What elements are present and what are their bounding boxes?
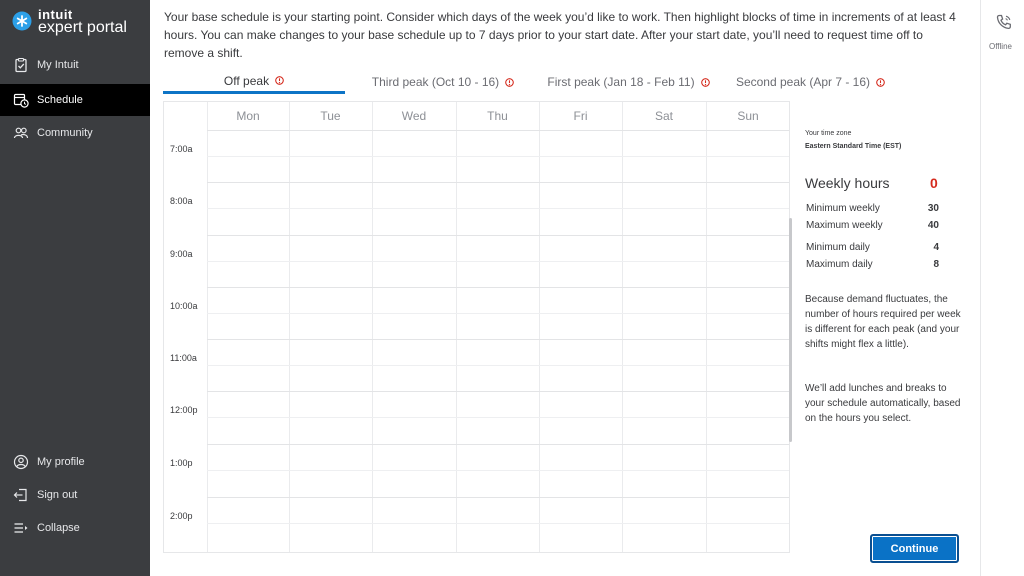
day-header-tue: Tue: [320, 109, 341, 123]
weekly-hours-value: 0: [930, 175, 938, 191]
sidebar-item-collapse[interactable]: Collapse: [0, 512, 150, 544]
status-bar: Offline: [980, 0, 1024, 576]
time-label: 12:00p: [170, 405, 198, 415]
day-header-thu: Thu: [487, 109, 508, 123]
tab-label: Off peak: [223, 73, 270, 88]
sidebar-item-label: Community: [37, 127, 93, 139]
grid-half-hour-line: [207, 313, 789, 314]
grid-hour-line: [207, 391, 789, 392]
schedule-intro-text: Your base schedule is your starting poin…: [164, 10, 956, 60]
brand-logo[interactable]: intuit expert portal: [12, 8, 142, 36]
grid-column-divider: [372, 102, 373, 552]
day-header-wed: Wed: [401, 109, 427, 123]
grid-scrollbar[interactable]: [789, 218, 792, 442]
peak-tabs: Off peak Third peak (Oct 10 - 16) First …: [163, 70, 893, 94]
day-header-mon: Mon: [236, 109, 260, 123]
time-label: 10:00a: [170, 301, 198, 311]
max-daily-value: 8: [933, 259, 939, 270]
time-label: 1:00p: [170, 458, 193, 468]
min-daily-label: Minimum daily: [806, 242, 870, 253]
time-label: 7:00a: [170, 144, 193, 154]
connection-status: Offline: [989, 42, 1012, 51]
demand-note: Because demand fluctuates, the number of…: [805, 294, 961, 350]
min-daily-value: 4: [933, 242, 939, 253]
sidebar-item-label: Sign out: [37, 489, 78, 501]
tab-third-peak[interactable]: Third peak (Oct 10 - 16): [363, 70, 523, 94]
people-icon: [13, 127, 29, 139]
grid-hour-line: [207, 182, 789, 183]
max-weekly-value: 40: [927, 220, 939, 231]
alert-icon: [275, 76, 284, 85]
day-header-fri: Fri: [573, 109, 588, 123]
brand-product: expert portal: [38, 19, 127, 36]
max-weekly-label: Maximum weekly: [806, 220, 883, 231]
grid-half-hour-line: [207, 365, 789, 366]
grid-column-divider: [289, 102, 290, 552]
sidebar-item-label: Collapse: [37, 522, 80, 534]
collapse-icon: [14, 523, 28, 533]
alert-icon: [505, 77, 515, 87]
grid-hour-line: [207, 235, 789, 236]
sidebar-item-label: Schedule: [37, 94, 83, 106]
calendar-clock-icon: [13, 93, 29, 108]
schedule-grid[interactable]: Mon Tue Wed Thu Fri Sat Sun 7:00a 8:00a 9:00a 10:0…: [163, 101, 790, 553]
clipboard-icon: [15, 57, 27, 73]
grid-hour-line: [207, 497, 789, 498]
tab-label: First peak (Jan 18 - Feb 11): [547, 75, 695, 89]
max-daily-label: Maximum daily: [806, 259, 873, 270]
time-label: 11:00a: [170, 353, 197, 363]
grid-hour-line: [207, 130, 789, 131]
min-weekly-value: 30: [927, 203, 939, 214]
grid-half-hour-line: [207, 523, 789, 524]
tab-label: Third peak (Oct 10 - 16): [371, 75, 500, 89]
grid-hour-line: [207, 444, 789, 445]
sidebar-item-my-intuit[interactable]: My Intuit: [0, 49, 150, 81]
sidebar-item-label: My Intuit: [37, 59, 79, 71]
day-header-sun: Sun: [737, 109, 759, 123]
day-header-sat: Sat: [654, 109, 673, 123]
sidebar-item-community[interactable]: Community: [0, 117, 150, 149]
grid-half-hour-line: [207, 417, 789, 418]
sign-out-icon: [13, 488, 27, 502]
timezone-value: Eastern Standard Time (EST): [805, 143, 902, 150]
min-weekly-label: Minimum weekly: [806, 203, 880, 214]
sidebar-item-my-profile[interactable]: My profile: [0, 446, 150, 478]
phone-icon[interactable]: [995, 13, 1013, 31]
time-label: 2:00p: [170, 511, 193, 521]
grid-half-hour-line: [207, 261, 789, 262]
tab-label: Second peak (Apr 7 - 16): [735, 75, 871, 89]
tab-first-peak[interactable]: First peak (Jan 18 - Feb 11): [541, 70, 716, 94]
grid-column-divider: [207, 102, 208, 552]
time-label: 8:00a: [170, 196, 193, 206]
grid-half-hour-line: [207, 208, 789, 209]
weekly-hours-label: Weekly hours: [805, 175, 890, 191]
grid-column-divider: [706, 102, 707, 552]
sidebar-item-sign-out[interactable]: Sign out: [0, 479, 150, 511]
breaks-note: We’ll add lunches and breaks to your sch…: [805, 383, 961, 424]
sidebar: intuit expert portal My Intuit Schedule …: [0, 0, 150, 576]
tab-off-peak[interactable]: Off peak: [163, 70, 345, 94]
intuit-logo-icon: [12, 11, 32, 31]
sidebar-item-schedule[interactable]: Schedule: [0, 84, 150, 116]
alert-icon: [876, 77, 885, 87]
tab-second-peak[interactable]: Second peak (Apr 7 - 16): [728, 70, 893, 94]
grid-hour-line: [207, 339, 789, 340]
grid-column-divider: [622, 102, 623, 552]
sidebar-item-label: My profile: [37, 456, 85, 468]
continue-button[interactable]: Continue: [870, 534, 959, 563]
grid-half-hour-line: [207, 156, 789, 157]
time-label: 9:00a: [170, 249, 193, 259]
grid-column-divider: [456, 102, 457, 552]
grid-half-hour-line: [207, 470, 789, 471]
user-circle-icon: [13, 454, 29, 470]
timezone-label: Your time zone: [805, 130, 852, 137]
grid-hour-line: [207, 287, 789, 288]
alert-icon: [700, 77, 710, 87]
grid-column-divider: [539, 102, 540, 552]
